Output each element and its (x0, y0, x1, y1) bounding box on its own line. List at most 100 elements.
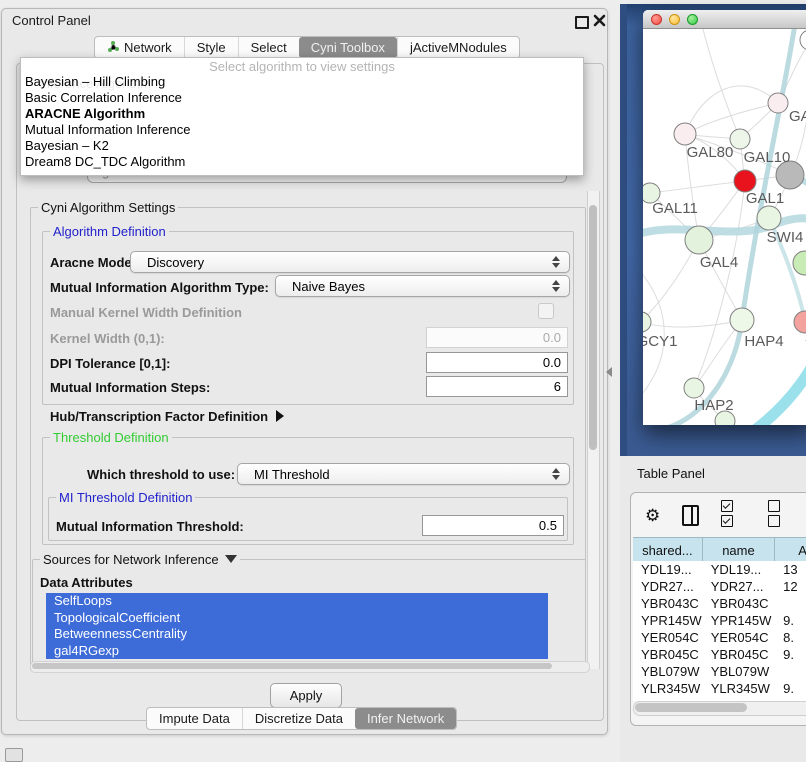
table-cell: YLR345W (633, 680, 703, 697)
hub-definition-toggle[interactable]: Hub/Transcription Factor Definition (50, 409, 284, 424)
close-traffic-light-icon[interactable] (651, 14, 662, 25)
node-label: GAL80 (687, 144, 734, 161)
table-row[interactable]: YLR345WYLR345W9. (633, 680, 806, 697)
settings-horizontal-scrollbar[interactable] (30, 661, 590, 673)
attribute-item[interactable]: gal4RGexp (46, 643, 548, 660)
table-row[interactable]: YER054CYER054C8. (633, 629, 806, 646)
table-cell: YBR045C (633, 646, 703, 663)
apply-button[interactable]: Apply (270, 683, 342, 708)
table-cell: YBR045C (703, 646, 775, 663)
split-pane-handle-icon[interactable] (606, 367, 612, 377)
algorithm-prompt: Select algorithm to view settings (21, 59, 583, 74)
aracne-mode-label: Aracne Mode: (50, 255, 136, 270)
mi-threshold-field[interactable] (422, 515, 564, 536)
attribute-item[interactable]: BetweennessCentrality (46, 626, 548, 643)
minimized-panel-icon[interactable] (5, 748, 23, 762)
close-icon[interactable] (593, 14, 606, 27)
algorithm-option[interactable]: Bayesian – Hill Climbing (25, 74, 579, 90)
network-node[interactable] (643, 312, 651, 332)
node-label: SWI4 (767, 229, 804, 246)
attribute-item[interactable]: SelfLoops (46, 593, 548, 610)
tab-infer-network[interactable]: Infer Network (355, 708, 456, 729)
mi-type-label: Mutual Information Algorithm Type: (50, 280, 269, 295)
node-label: GAL10 (744, 149, 791, 166)
network-canvas[interactable]: GALGAL80GAL10GAL1GAL11SWI4GAL4GCY1HAP4YH… (643, 29, 806, 425)
network-node[interactable] (685, 226, 713, 254)
select-all-icon[interactable] (721, 500, 746, 530)
algorithm-option[interactable]: Basic Correlation Inference (25, 90, 579, 106)
manual-kernel-label: Manual Kernel Width Definition (50, 305, 242, 320)
table-cell: YDL19... (633, 561, 703, 578)
scrollbar-thumb[interactable] (32, 663, 552, 669)
collapse-down-icon[interactable] (225, 555, 237, 563)
aracne-mode-select[interactable]: Discovery (130, 251, 570, 273)
float-window-icon[interactable] (575, 16, 589, 29)
network-node[interactable] (757, 206, 781, 230)
gear-icon[interactable]: ⚙ (645, 507, 660, 524)
zoom-traffic-light-icon[interactable] (687, 14, 698, 25)
scrollbar-thumb[interactable] (589, 205, 597, 450)
network-node[interactable] (684, 378, 704, 398)
network-edge[interactable] (703, 29, 740, 139)
window-title: Control Panel (12, 13, 91, 28)
mi-type-select[interactable]: Naive Bayes (275, 275, 570, 297)
settings-vertical-scrollbar[interactable] (587, 191, 600, 669)
algorithm-option[interactable]: Mutual Information Inference (25, 122, 579, 138)
node-table-window: ⚙ shared...nameA YDL19...YDL19...13YDR27… (630, 492, 806, 726)
network-node[interactable] (793, 251, 806, 275)
manual-kernel-checkbox[interactable] (538, 303, 554, 319)
columns-icon[interactable] (682, 505, 699, 526)
network-window-titlebar[interactable] (643, 10, 806, 29)
table-cell: YBR043C (633, 595, 703, 612)
table-row[interactable]: YPR145WYPR145W9. (633, 612, 806, 629)
node-label: GCY1 (643, 333, 677, 350)
table-cell: 13 (775, 561, 806, 578)
table-row[interactable]: YDR27...YDR27...12 (633, 578, 806, 595)
tab-network[interactable]: Network (95, 37, 184, 58)
which-threshold-select[interactable]: MI Threshold (237, 463, 570, 485)
kernel-width-field[interactable] (426, 327, 568, 348)
table-row[interactable]: YDL19...YDL19...13 (633, 561, 806, 578)
tab-style[interactable]: Style (184, 37, 238, 58)
algorithm-option[interactable]: ARACNE Algorithm (25, 106, 579, 122)
algorithm-option[interactable]: Bayesian – K2 (25, 138, 579, 154)
table-cell: 9. (775, 646, 806, 663)
network-node[interactable] (674, 123, 696, 145)
attribute-item[interactable]: TopologicalCoefficient (46, 610, 548, 627)
mi-steps-field[interactable] (426, 376, 568, 397)
control-panel-window: Control Panel Network Style Select Cyni … (1, 8, 608, 735)
network-node[interactable] (734, 170, 756, 192)
table-row[interactable]: YBR045CYBR045C9. (633, 646, 806, 663)
table-row[interactable]: YBR043CYBR043C (633, 595, 806, 612)
tab-jactivemnodules[interactable]: jActiveMNodules (397, 37, 519, 58)
table-cell: 12 (775, 578, 806, 595)
table-horizontal-scrollbar[interactable] (633, 701, 806, 716)
scrollbar-thumb[interactable] (635, 703, 747, 712)
network-edge[interactable] (643, 320, 742, 327)
minimize-traffic-light-icon[interactable] (669, 14, 680, 25)
network-node[interactable] (768, 93, 788, 113)
table-cell: YBL079W (703, 663, 775, 680)
network-node[interactable] (794, 311, 806, 333)
algorithm-option[interactable]: Dream8 DC_TDC Algorithm (25, 154, 579, 170)
network-edge[interactable] (694, 181, 745, 388)
tab-select[interactable]: Select (238, 37, 299, 58)
dpi-tolerance-field[interactable] (426, 352, 568, 373)
network-node[interactable] (730, 308, 754, 332)
column-header[interactable]: shared... (633, 538, 703, 562)
table-row[interactable]: YBL079WYBL079W (633, 663, 806, 680)
column-header[interactable]: A (775, 538, 806, 562)
network-edge[interactable] (685, 86, 778, 134)
data-attributes-list: SelfLoopsTopologicalCoefficientBetweenne… (46, 593, 548, 659)
network-edge[interactable] (650, 181, 745, 193)
tab-cyni-toolbox[interactable]: Cyni Toolbox (299, 37, 397, 58)
deselect-all-icon[interactable] (768, 500, 793, 530)
tab-impute-data[interactable]: Impute Data (147, 708, 242, 729)
node-label: HAP4 (744, 333, 783, 350)
network-edge[interactable] (643, 240, 699, 322)
table-panel: Table Panel ⚙ shared...nameA YDL19...YDL… (620, 456, 806, 762)
tab-discretize-data[interactable]: Discretize Data (242, 708, 355, 729)
table-cell: YPR145W (703, 612, 775, 629)
network-node[interactable] (800, 30, 806, 50)
column-header[interactable]: name (703, 538, 776, 562)
